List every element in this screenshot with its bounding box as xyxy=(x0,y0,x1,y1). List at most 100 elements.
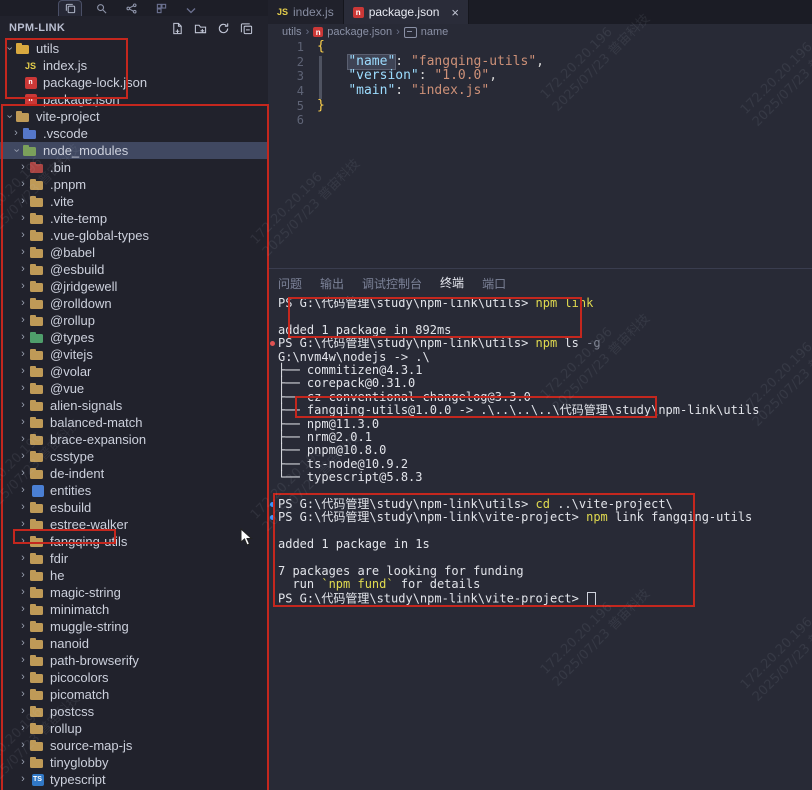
breadcrumb[interactable]: utils › n package.json › name xyxy=(268,24,812,40)
tree-item-de-indent[interactable]: › de-indent xyxy=(0,465,268,482)
tree-item-brace-expansion[interactable]: › brace-expansion xyxy=(0,431,268,448)
editor-code-area[interactable]: 1{2 "name": "fangqing-utils", 3 "version"… xyxy=(268,39,812,268)
tree-item-alien-signals[interactable]: › alien-signals xyxy=(0,397,268,414)
twisty-icon[interactable]: › xyxy=(17,720,29,737)
panel-tab-terminal-active[interactable]: 终端 xyxy=(440,269,465,298)
twisty-icon[interactable]: › xyxy=(17,295,29,312)
twisty-icon[interactable]: › xyxy=(17,533,29,550)
tree-item-index.js[interactable]: ›JSindex.js xyxy=(0,57,268,74)
twisty-icon[interactable]: › xyxy=(17,448,29,465)
tree-item-tinyglobby[interactable]: › tinyglobby xyxy=(0,754,268,771)
twisty-icon[interactable]: › xyxy=(17,363,29,380)
tree-item-vite-project[interactable]: › vite-project xyxy=(0,108,268,125)
terminal[interactable]: PS G:\代码管理\study\npm-link\utils> npm lin… xyxy=(268,296,812,606)
tree-item-utils[interactable]: › utils xyxy=(0,40,268,57)
collapse-all-icon[interactable] xyxy=(238,20,254,36)
twisty-icon[interactable]: › xyxy=(17,227,29,244)
tree-item-picocolors[interactable]: › picocolors xyxy=(0,669,268,686)
command-decoration-red-icon[interactable] xyxy=(270,341,275,347)
tree-item-@volar[interactable]: › @volar xyxy=(0,363,268,380)
tree-item-picomatch[interactable]: › picomatch xyxy=(0,686,268,703)
twisty-icon[interactable]: › xyxy=(17,346,29,363)
twisty-icon[interactable]: › xyxy=(17,210,29,227)
tree-item-@rollup[interactable]: › @rollup xyxy=(0,312,268,329)
breadcrumb-item-utils[interactable]: utils xyxy=(282,26,302,38)
tree-item-.vue-global-types[interactable]: › .vue-global-types xyxy=(0,227,268,244)
twisty-icon[interactable]: › xyxy=(17,703,29,720)
panel-tab-调试控制台[interactable]: 调试控制台 xyxy=(362,269,422,297)
tree-item-he[interactable]: › he xyxy=(0,567,268,584)
twisty-icon[interactable]: › xyxy=(17,482,29,499)
twisty-icon[interactable]: › xyxy=(17,516,29,533)
editor-tab-index.js[interactable]: JS index.js xyxy=(268,0,344,24)
twisty-icon[interactable]: › xyxy=(10,125,22,142)
twisty-icon[interactable]: › xyxy=(17,771,29,788)
tree-item-fangqing-utils[interactable]: › fangqing-utils xyxy=(0,533,268,550)
twisty-icon[interactable]: › xyxy=(17,431,29,448)
twisty-icon[interactable]: › xyxy=(17,261,29,278)
tree-item-package-lock.json[interactable]: ›npackage-lock.json xyxy=(0,74,268,91)
twisty-icon[interactable]: › xyxy=(1,111,18,123)
tree-item-@babel[interactable]: › @babel xyxy=(0,244,268,261)
twisty-icon[interactable]: › xyxy=(1,43,18,55)
tree-item-.pnpm[interactable]: › .pnpm xyxy=(0,176,268,193)
tree-item-fdir[interactable]: › fdir xyxy=(0,550,268,567)
twisty-icon[interactable]: › xyxy=(17,414,29,431)
tree-item-@esbuild[interactable]: › @esbuild xyxy=(0,261,268,278)
twisty-icon[interactable]: › xyxy=(17,329,29,346)
tree-item-path-browserify[interactable]: › path-browserify xyxy=(0,652,268,669)
tree-item-csstype[interactable]: › csstype xyxy=(0,448,268,465)
twisty-icon[interactable]: › xyxy=(17,584,29,601)
twisty-icon[interactable]: › xyxy=(17,652,29,669)
tree-item-.vscode[interactable]: › .vscode xyxy=(0,125,268,142)
twisty-icon[interactable]: › xyxy=(17,176,29,193)
tree-item-@jridgewell[interactable]: › @jridgewell xyxy=(0,278,268,295)
tree-item-@vue[interactable]: › @vue xyxy=(0,380,268,397)
twisty-icon[interactable]: › xyxy=(17,686,29,703)
tree-item-source-map-js[interactable]: › source-map-js xyxy=(0,737,268,754)
tree-item-.bin[interactable]: › .bin xyxy=(0,159,268,176)
panel-tab-端口[interactable]: 端口 xyxy=(482,269,506,297)
twisty-icon[interactable]: › xyxy=(17,278,29,295)
search-icon[interactable] xyxy=(90,1,112,16)
new-file-icon[interactable] xyxy=(169,20,185,36)
tree-item-postcss[interactable]: › postcss xyxy=(0,703,268,720)
twisty-icon[interactable]: › xyxy=(17,618,29,635)
twisty-icon[interactable]: › xyxy=(17,499,29,516)
twisty-icon[interactable]: › xyxy=(17,601,29,618)
copy-pages-icon[interactable] xyxy=(58,0,82,16)
tree-item-rollup[interactable]: › rollup xyxy=(0,720,268,737)
tree-item-entities[interactable]: › entities xyxy=(0,482,268,499)
twisty-icon[interactable]: › xyxy=(17,550,29,567)
breadcrumb-item-name[interactable]: name xyxy=(421,26,449,38)
tree-item-@types[interactable]: › @types xyxy=(0,329,268,346)
twisty-icon[interactable]: › xyxy=(17,669,29,686)
tree-item-package.json[interactable]: ›npackage.json xyxy=(0,91,268,108)
twisty-icon[interactable]: › xyxy=(17,397,29,414)
grid-icon[interactable] xyxy=(150,1,172,16)
fork-icon[interactable] xyxy=(120,1,142,16)
editor-tab-package.json[interactable]: n package.json × xyxy=(343,0,470,24)
twisty-icon[interactable]: › xyxy=(8,145,25,157)
tree-item-@rolldown[interactable]: › @rolldown xyxy=(0,295,268,312)
twisty-icon[interactable]: › xyxy=(17,244,29,261)
command-decoration-blue-icon[interactable] xyxy=(270,515,275,521)
tree-item-minimatch[interactable]: › minimatch xyxy=(0,601,268,618)
chevron-down-icon[interactable] xyxy=(180,1,202,16)
panel-tab-问题[interactable]: 问题 xyxy=(278,269,302,297)
refresh-icon[interactable] xyxy=(215,20,231,36)
tree-item-magic-string[interactable]: › magic-string xyxy=(0,584,268,601)
breadcrumb-item-package.json[interactable]: package.json xyxy=(327,26,392,38)
twisty-icon[interactable]: › xyxy=(17,635,29,652)
tree-item-.vite-temp[interactable]: › .vite-temp xyxy=(0,210,268,227)
tree-item-typescript[interactable]: › TS typescript xyxy=(0,771,268,788)
twisty-icon[interactable]: › xyxy=(17,312,29,329)
tree-item-balanced-match[interactable]: › balanced-match xyxy=(0,414,268,431)
twisty-icon[interactable]: › xyxy=(17,465,29,482)
twisty-icon[interactable]: › xyxy=(17,737,29,754)
command-decoration-blue-icon[interactable] xyxy=(270,501,275,507)
twisty-icon[interactable]: › xyxy=(17,380,29,397)
close-icon[interactable]: × xyxy=(451,6,459,19)
new-folder-icon[interactable] xyxy=(192,20,208,36)
twisty-icon[interactable]: › xyxy=(17,754,29,771)
